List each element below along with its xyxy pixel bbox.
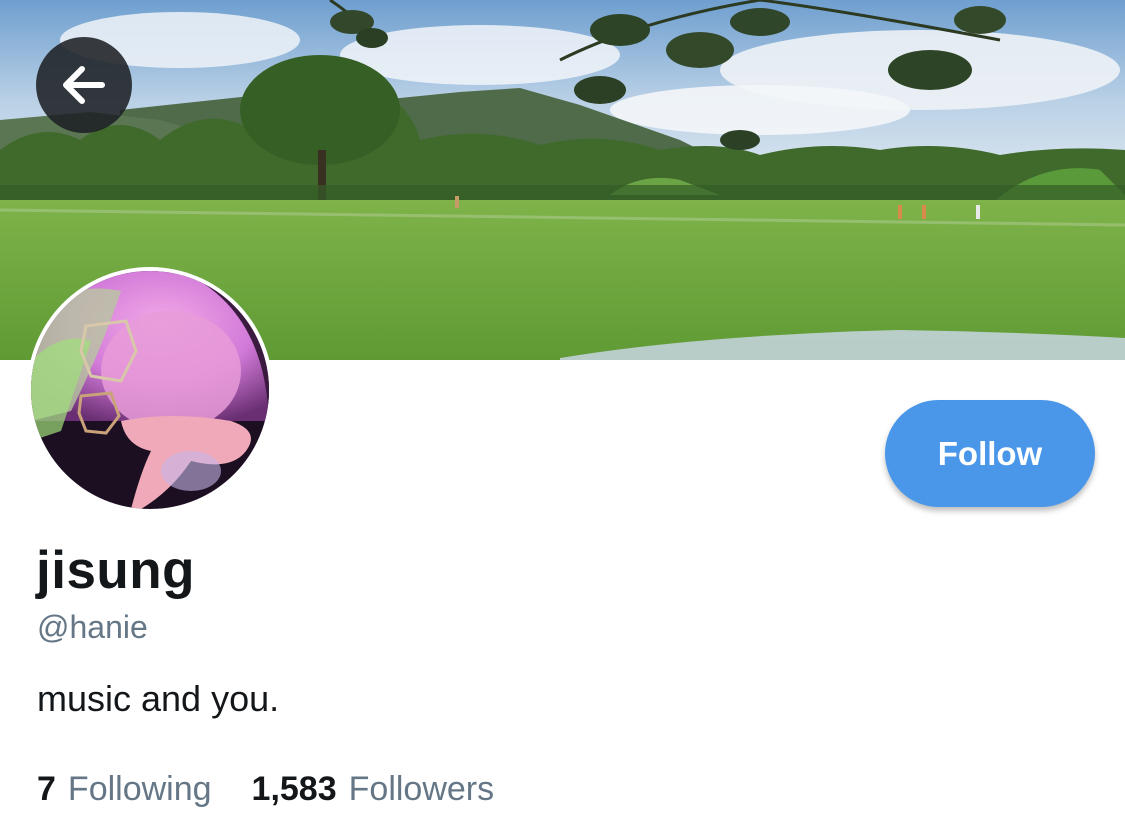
arrow-left-icon <box>63 66 105 104</box>
profile-stats: 7 Following 1,583 Followers <box>37 770 494 809</box>
profile-page: Follow jisung @hanie music and you. 7 Fo… <box>0 0 1125 825</box>
profile-bio: music and you. <box>37 678 280 719</box>
following-count: 7 <box>37 770 56 808</box>
display-name: jisung <box>36 541 196 600</box>
follow-button[interactable]: Follow <box>885 400 1095 507</box>
user-handle: @hanie <box>37 609 148 645</box>
following-stat[interactable]: 7 Following <box>37 770 212 809</box>
avatar[interactable] <box>27 267 273 513</box>
followers-count: 1,583 <box>251 770 337 808</box>
followers-stat[interactable]: 1,583 Followers <box>252 770 495 809</box>
profile-photo <box>31 271 269 509</box>
followers-label: Followers <box>348 770 495 808</box>
following-label: Following <box>67 770 212 808</box>
back-button[interactable] <box>36 37 132 133</box>
